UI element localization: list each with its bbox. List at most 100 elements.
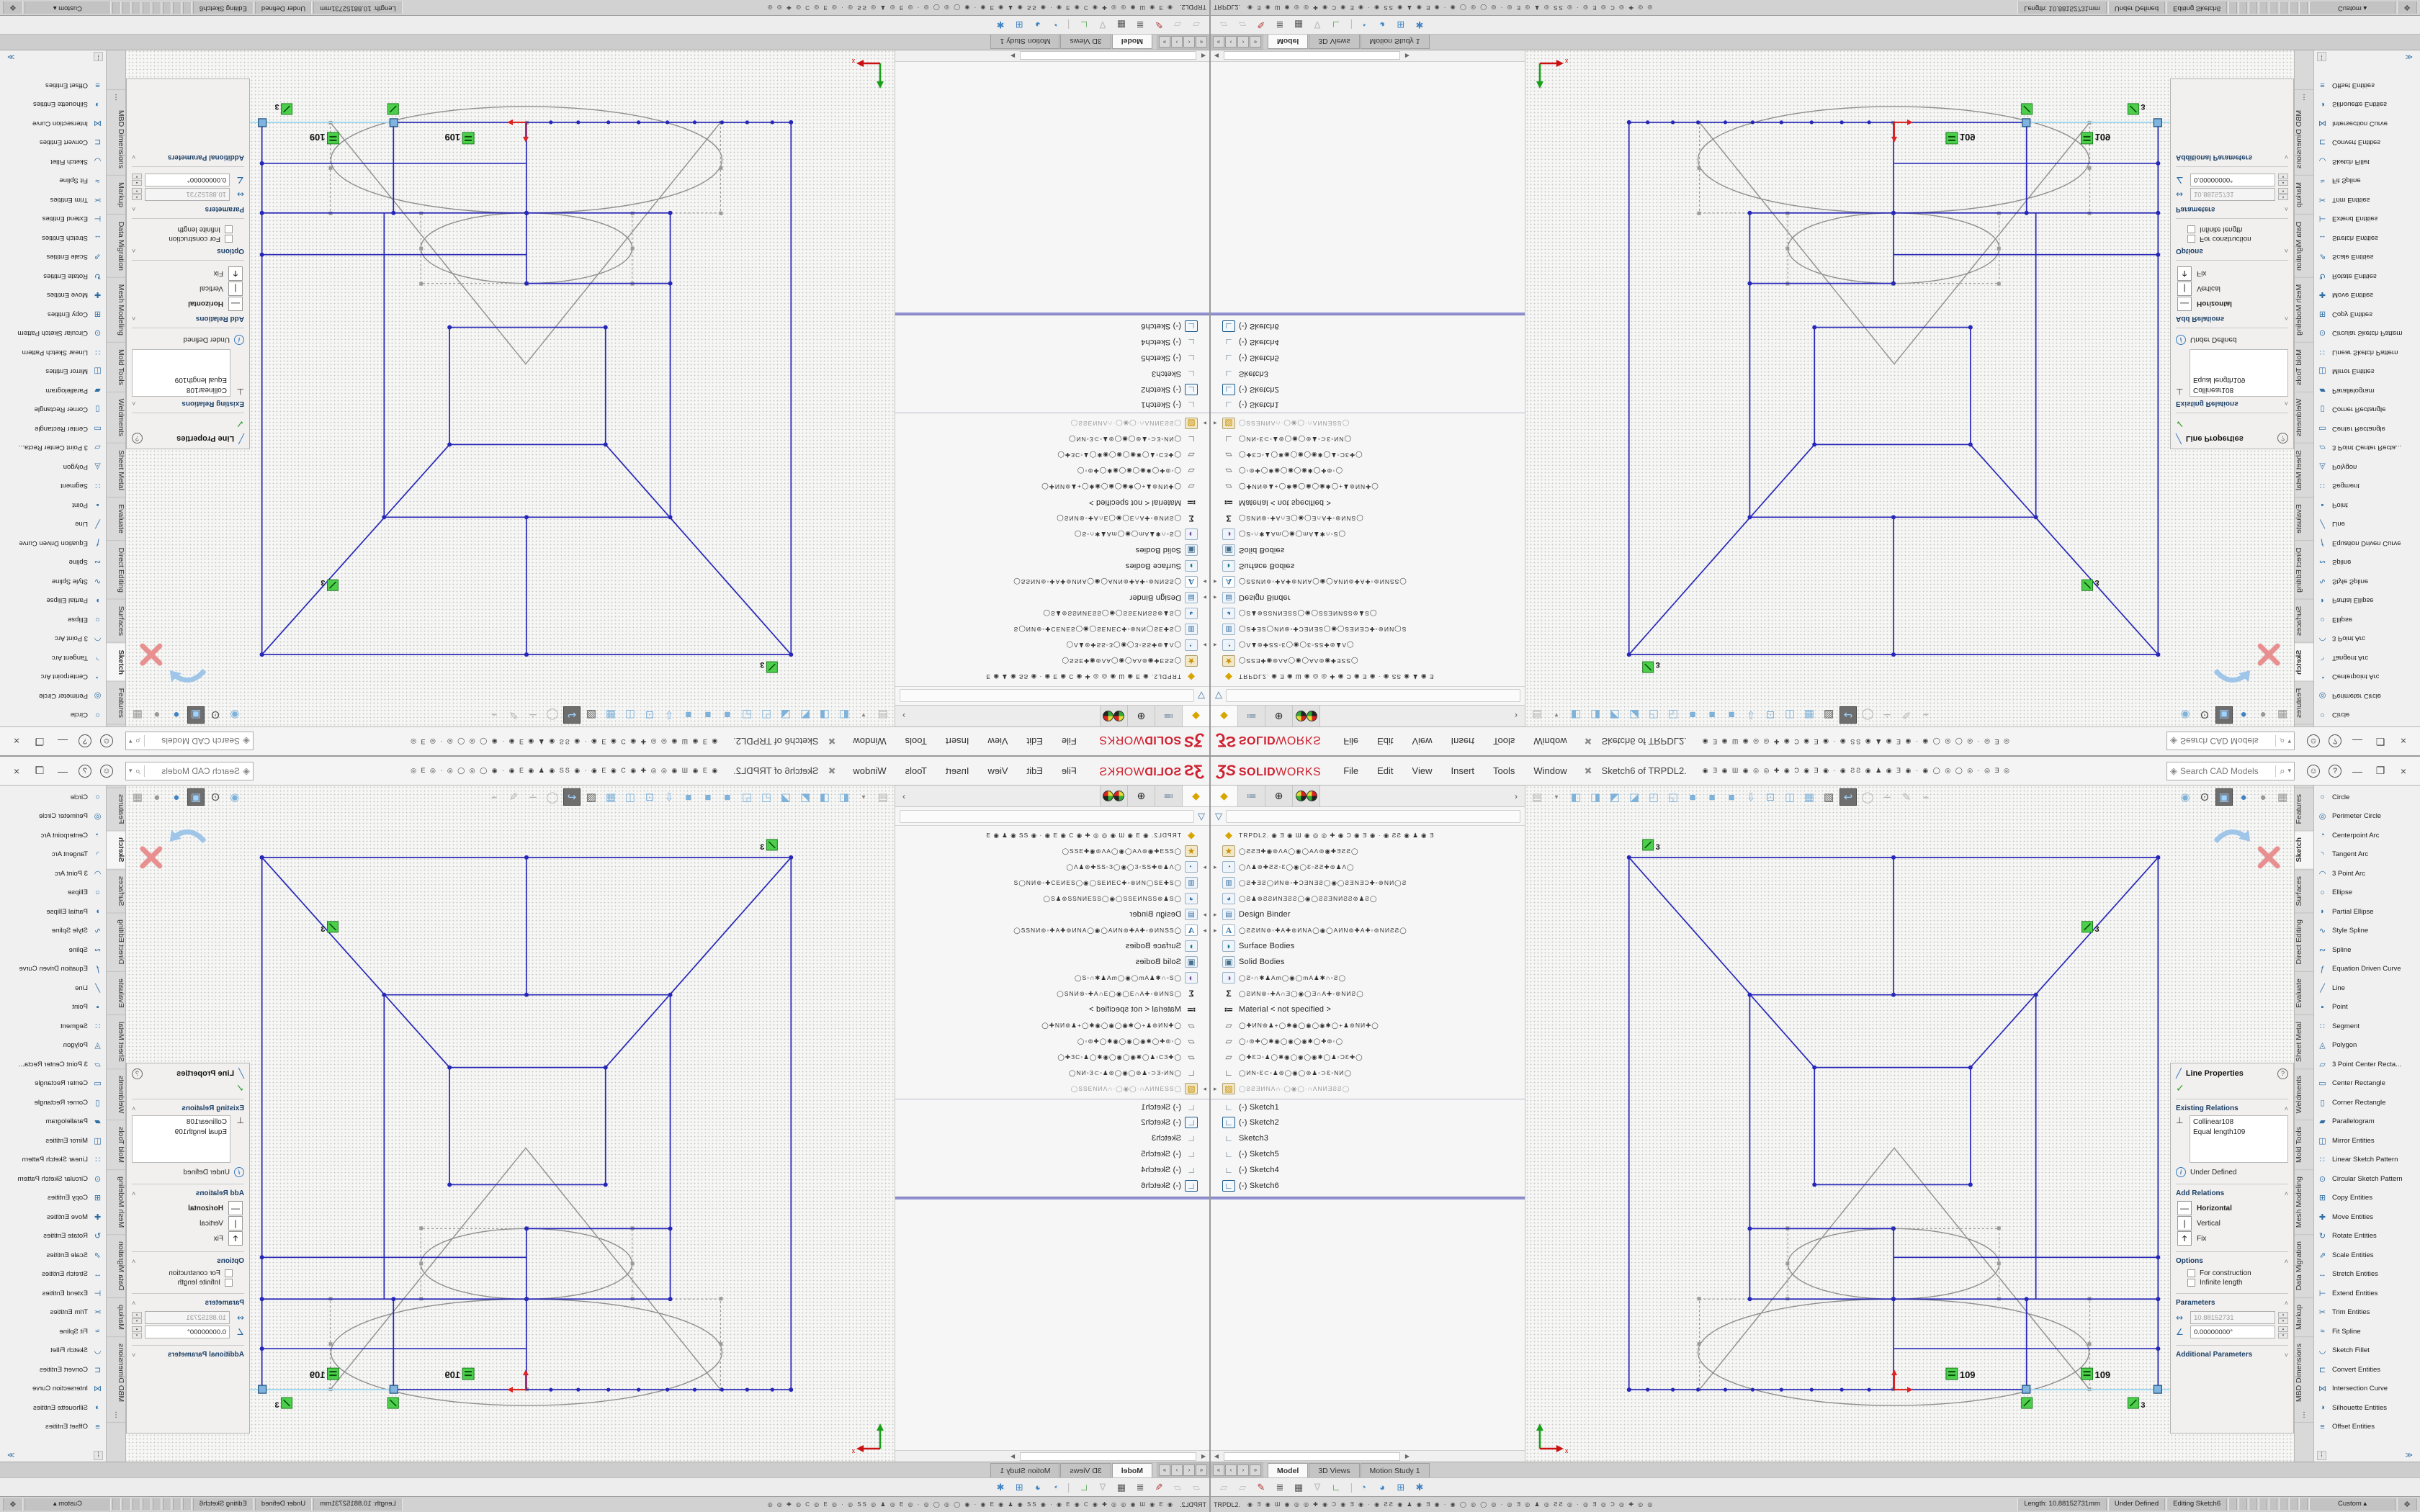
- search-box[interactable]: ◈ Search CAD Models ⌕ ▾: [125, 732, 254, 751]
- sketch-tool-button[interactable]: ◬ Polygon: [2314, 457, 2420, 477]
- expand-arrow-icon[interactable]: ▸: [1214, 911, 1222, 919]
- confirmation-corner[interactable]: [143, 646, 205, 682]
- view-toolbar-icon[interactable]: ●: [148, 788, 166, 806]
- status-segment[interactable]: ❖: [2397, 1, 2417, 14]
- additional-parameters-header[interactable]: Additional Parameters: [2176, 1351, 2285, 1359]
- status-segment[interactable]: Under Defined: [2108, 1, 2165, 14]
- sketch-tool-button[interactable]: ▭ Center Rectangle: [0, 1074, 106, 1094]
- status-segment[interactable]: ❖: [3, 1, 23, 14]
- sketch-tool-button[interactable]: ◎ Perimeter Circle: [2314, 686, 2420, 706]
- sketch-tool-button[interactable]: ◡ Sketch Fillet: [2314, 152, 2420, 171]
- tree-tab[interactable]: ⊕: [1127, 786, 1155, 806]
- view-toolbar-icon[interactable]: ◯: [544, 706, 561, 724]
- expand-arrow-icon[interactable]: ▸: [1214, 420, 1222, 428]
- sketch-tool-button[interactable]: ≈ Fit Spline: [0, 171, 106, 191]
- sketch-tool-button[interactable]: ◝ Tangent Arc: [0, 845, 106, 865]
- sketch-tool-button[interactable]: ⊏ Convert Entities: [0, 133, 106, 153]
- tree-flyout-arrow-icon[interactable]: ›: [1507, 706, 1525, 726]
- sketch-tool-button[interactable]: ⊢ Extend Entities: [2314, 1284, 2420, 1303]
- tree-item[interactable]: ▱ ◯✚ИN⊚♟+◯✱◉◯◉◯◉✱◯+♟⊚NИ✚◯: [1211, 479, 1525, 495]
- view-toolbar-icon[interactable]: ↩: [1839, 706, 1857, 724]
- status-segment[interactable]: [2249, 2, 2257, 14]
- view-toolbar-icon[interactable]: ∸: [1878, 706, 1896, 724]
- commandmanager-tab[interactable]: Direct Editing: [107, 541, 125, 599]
- commandmanager-tab[interactable]: Mold Tools: [107, 1120, 125, 1169]
- tree-item[interactable]: ▥ ◯Ƨ✚ƎƧ◯ИN⊚◦✚ƆƎNƎƧ◯◉◯ƧƎNƎƆ✚◦⊚NИ◯Ƨ: [1211, 875, 1525, 891]
- sketch-tool-button[interactable]: ↻ Rotate Entities: [2314, 1227, 2420, 1246]
- tree-item[interactable]: ≔ Material < not specified >: [895, 1002, 1209, 1017]
- status-segment[interactable]: [2279, 1498, 2287, 1510]
- tab-nav-button[interactable]: »: [1159, 37, 1170, 48]
- menu-item[interactable]: View: [979, 733, 1018, 750]
- status-segment[interactable]: ❖: [2397, 1498, 2417, 1511]
- tree-item[interactable]: ▱ ◯✚ƐƆ◦♟◯✱◉◯◉◯◉✱◯♟◦ƆƐ✚◯: [895, 447, 1209, 463]
- view-toolbar-icon[interactable]: ◧: [1567, 788, 1585, 806]
- sketch-tool-button[interactable]: ○ Ellipse: [0, 610, 106, 629]
- view-toolbar-icon[interactable]: ◫: [622, 706, 639, 724]
- panel-help-icon[interactable]: ?: [132, 1068, 143, 1079]
- tree-tab[interactable]: ≔: [1238, 706, 1265, 726]
- sketch-tool-button[interactable]: ◬ Polygon: [2314, 1036, 2420, 1056]
- sketch-tool-button[interactable]: ⊙ Circular Sketch Pattern: [2314, 1169, 2420, 1189]
- scroll-left-icon[interactable]: ◀: [1198, 1452, 1209, 1462]
- sketch-tool-button[interactable]: ∷ Linear Sketch Pattern: [0, 343, 106, 362]
- add-relations-header[interactable]: Add Relations: [2176, 1189, 2285, 1197]
- search-icon[interactable]: ⌕: [2275, 736, 2285, 747]
- expand-arrow-icon[interactable]: ▸: [1214, 578, 1222, 586]
- view-toolbar-icon[interactable]: ●: [2235, 706, 2252, 724]
- sketch-tool-button[interactable]: ▪ Point: [0, 998, 106, 1017]
- spinner[interactable]: ▴▾: [132, 174, 142, 186]
- expand-arrow-icon[interactable]: ▸: [1198, 1085, 1206, 1093]
- tree-item[interactable]: ∟ (-) Sketch1: [895, 397, 1209, 413]
- tab-nav-button[interactable]: ›: [1171, 1464, 1183, 1476]
- commandmanager-tab[interactable]: Surfaces: [2295, 600, 2313, 643]
- tree-item[interactable]: ≔ Material < not specified >: [1211, 495, 1525, 510]
- sketch-tool-button[interactable]: ∷ Segment: [2314, 477, 2420, 496]
- menu-item[interactable]: Window: [1524, 733, 1576, 750]
- restore-button[interactable]: ❐: [2370, 733, 2391, 750]
- view-toolbar-icon[interactable]: ▦: [602, 706, 619, 724]
- sketch-tool-button[interactable]: ◫ Mirror Entities: [2314, 362, 2420, 382]
- view-toolbar-icon[interactable]: ʘ: [207, 706, 224, 724]
- status-segment[interactable]: [163, 1498, 171, 1510]
- commandmanager-tab[interactable]: Direct Editing: [107, 912, 125, 971]
- tab-nav-button[interactable]: ‹: [1225, 1464, 1237, 1476]
- view-toolbar-icon[interactable]: ●: [168, 788, 185, 806]
- checkbox[interactable]: [225, 1269, 233, 1277]
- search-box[interactable]: ◈ Search CAD Models ⌕ ▾: [2166, 762, 2295, 780]
- tree-filter-input[interactable]: [1226, 810, 1520, 823]
- restore-button[interactable]: ❐: [29, 733, 50, 750]
- tree-item[interactable]: ◗ Surface Bodies: [1211, 558, 1525, 574]
- menu-item[interactable]: Edit: [1017, 733, 1052, 750]
- checkbox[interactable]: [2187, 1279, 2195, 1287]
- status-segment[interactable]: Editing Sketch6: [193, 1498, 254, 1511]
- tree-item[interactable]: ▸ ◔ ◯Λ♟⊚✚ƧƧ◦Ɛ◯◉◯Ɛ◦ƧƧ✚⊚♟Λ◯: [895, 637, 1209, 653]
- tree-item[interactable]: ▱ ◯✚ИN⊚♟+◯✱◉◯◉◯◉✱◯+♟⊚NИ✚◯: [895, 1017, 1209, 1033]
- tree-tab[interactable]: [1100, 786, 1127, 806]
- view-toolbar-icon[interactable]: ▦: [2274, 706, 2291, 724]
- ok-check-icon[interactable]: ✓: [132, 1082, 244, 1094]
- commandmanager-tab[interactable]: Direct Editing: [2295, 912, 2313, 971]
- sketch-tool-button[interactable]: ⊢ Extend Entities: [2314, 210, 2420, 229]
- status-segment[interactable]: Custom ▴: [24, 1, 111, 14]
- relations-list[interactable]: Collinear108Equal length109: [2190, 1115, 2288, 1163]
- tree-horizontal-scrollbar[interactable]: ◀ ▶: [895, 1450, 1209, 1462]
- checkbox[interactable]: [2187, 1269, 2195, 1277]
- tree-tab[interactable]: ◆: [1211, 786, 1238, 806]
- tree-item[interactable]: ▸ ▤ Design Binder: [895, 906, 1209, 922]
- sketch-tool-button[interactable]: ∾ Spline: [2314, 940, 2420, 960]
- view-toolbar-icon[interactable]: ◩: [797, 788, 814, 806]
- document-tab[interactable]: Motion Study 1: [990, 1463, 1059, 1477]
- add-relation-button[interactable]: Ϯ Fix: [132, 1231, 243, 1246]
- menu-item[interactable]: File: [1334, 762, 1368, 779]
- sketch-tool-button[interactable]: ◡ Sketch Fillet: [0, 152, 106, 171]
- status-segment[interactable]: [133, 2, 141, 14]
- tree-tab[interactable]: [1100, 706, 1127, 726]
- status-segment[interactable]: [143, 2, 151, 14]
- view-toolbar-icon[interactable]: ●: [2254, 706, 2272, 724]
- checkbox[interactable]: [2187, 235, 2195, 243]
- menu-item[interactable]: Window: [843, 762, 895, 779]
- expand-arrow-icon[interactable]: ▸: [1198, 927, 1206, 935]
- status-segment[interactable]: [2269, 1498, 2277, 1510]
- view-toolbar-icon[interactable]: ■: [719, 788, 736, 806]
